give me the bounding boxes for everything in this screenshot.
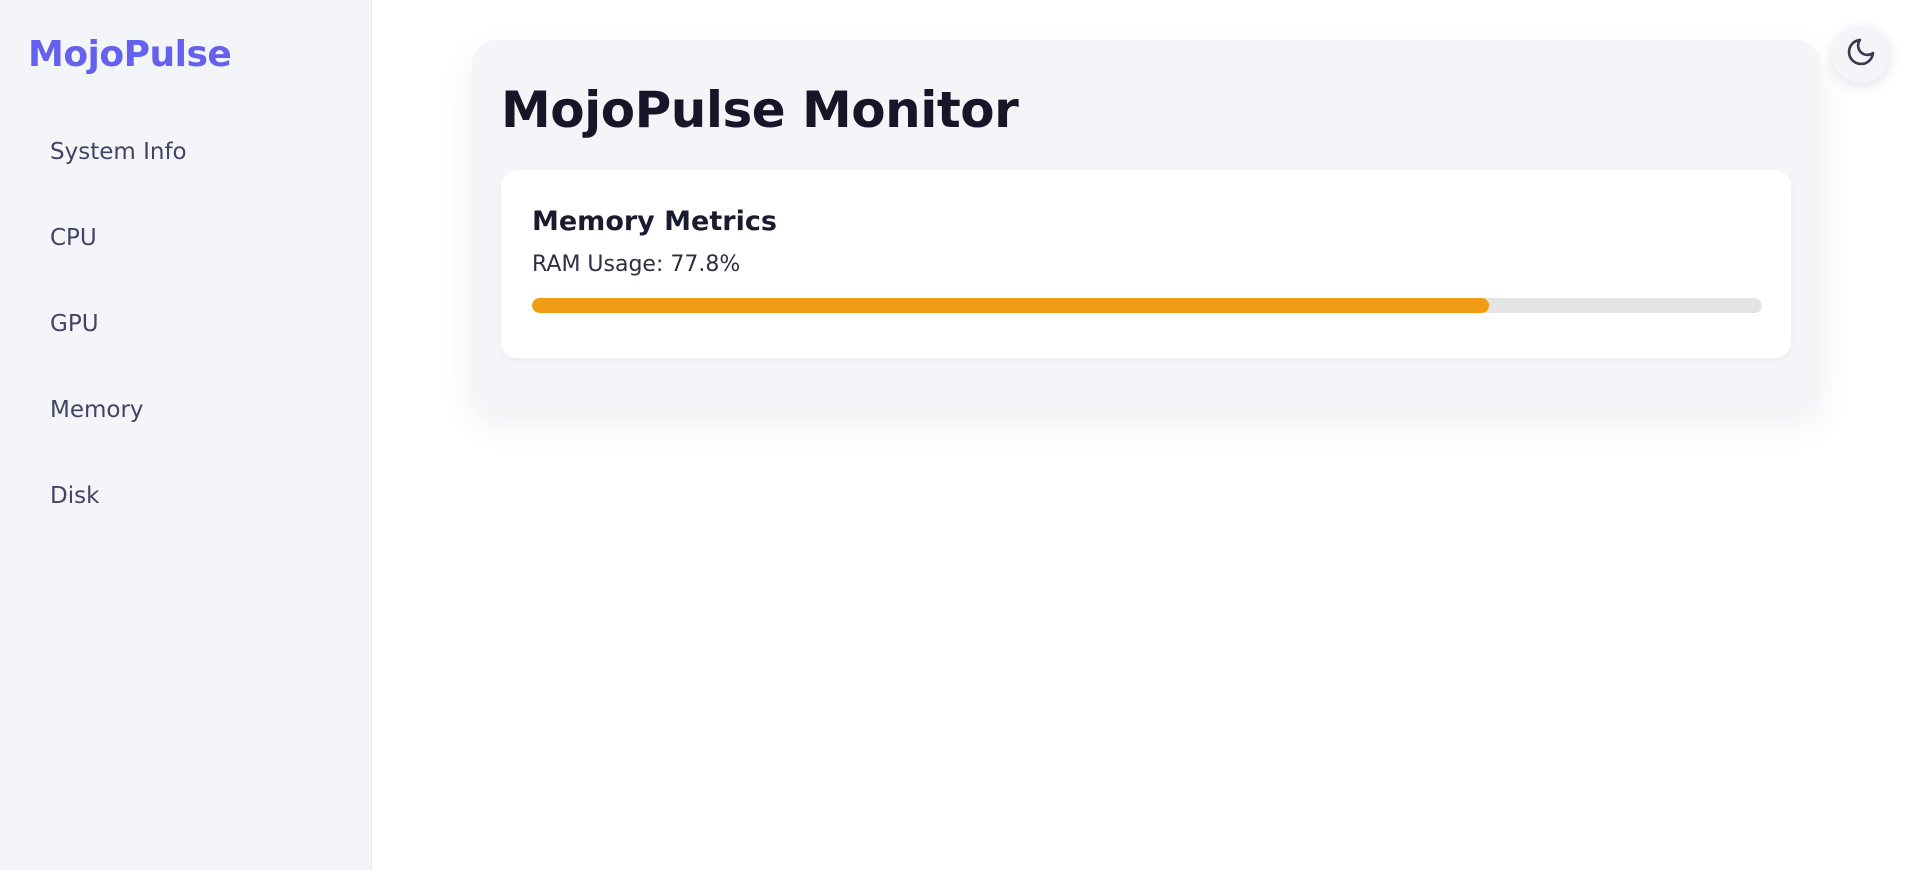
card-title: Memory Metrics: [532, 206, 777, 237]
sidebar-nav: System Info CPU GPU Memory Disk: [0, 118, 372, 548]
app-window: MojoPulse System Info CPU GPU Memory Dis…: [0, 0, 1918, 870]
monitor-panel: MojoPulse Monitor Memory Metrics RAM Usa…: [472, 40, 1820, 410]
brand-logo[interactable]: MojoPulse: [28, 30, 232, 80]
sidebar-item-cpu[interactable]: CPU: [0, 204, 372, 290]
sidebar-item-memory[interactable]: Memory: [0, 376, 372, 462]
moon-icon: [1845, 36, 1877, 72]
theme-toggle-button[interactable]: [1832, 25, 1890, 83]
main-content: MojoPulse Monitor Memory Metrics RAM Usa…: [372, 0, 1918, 870]
sidebar-item-system-info[interactable]: System Info: [0, 118, 372, 204]
sidebar-item-gpu[interactable]: GPU: [0, 290, 372, 376]
memory-metrics-card: Memory Metrics RAM Usage: 77.8%: [501, 170, 1791, 358]
ram-usage-text: RAM Usage: 77.8%: [532, 252, 741, 277]
ram-usage-progress-bar: [532, 298, 1762, 313]
sidebar-item-disk[interactable]: Disk: [0, 462, 372, 548]
sidebar: MojoPulse System Info CPU GPU Memory Dis…: [0, 0, 372, 870]
ram-usage-progress-fill: [532, 298, 1489, 313]
page-title: MojoPulse Monitor: [501, 81, 1019, 139]
